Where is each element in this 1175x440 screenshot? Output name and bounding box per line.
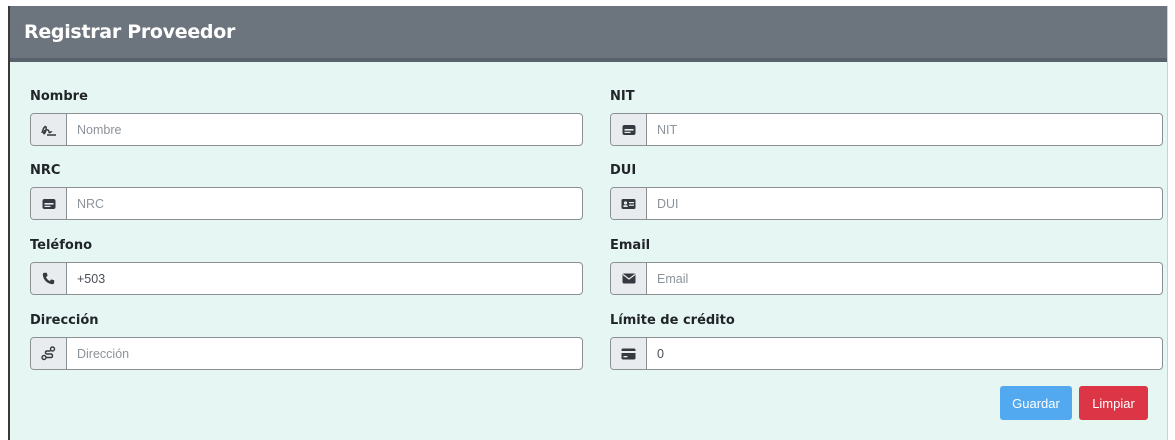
nrc-input-group — [30, 187, 583, 220]
direccion-field[interactable] — [67, 338, 582, 369]
nombre-label: Nombre — [30, 89, 88, 104]
limite-credito-field[interactable] — [647, 338, 1162, 369]
telefono-input-group — [30, 262, 583, 295]
signature-icon — [31, 114, 67, 145]
limite-label: Límite de crédito — [610, 313, 735, 328]
dui-field[interactable] — [647, 188, 1162, 219]
telefono-field[interactable] — [67, 263, 582, 294]
card-header: Registrar Proveedor — [10, 6, 1167, 62]
direccion-label: Dirección — [30, 313, 99, 328]
dui-input-group — [610, 187, 1163, 220]
email-input-group — [610, 262, 1163, 295]
email-field[interactable] — [647, 263, 1162, 294]
telefono-label: Teléfono — [30, 238, 93, 253]
nrc-label: NRC — [30, 163, 61, 178]
limite-input-group — [610, 337, 1163, 370]
email-label: Email — [610, 238, 651, 253]
dui-label: DUI — [610, 163, 637, 178]
nrc-field[interactable] — [67, 188, 582, 219]
route-icon — [31, 338, 67, 369]
id-card-icon — [31, 188, 67, 219]
save-button[interactable]: Guardar — [1000, 386, 1072, 420]
nit-field[interactable] — [647, 114, 1162, 145]
phone-icon — [31, 263, 67, 294]
register-supplier-card: Registrar Proveedor Nombre NIT NRC DUI T… — [8, 6, 1168, 440]
credit-card-icon — [611, 338, 647, 369]
address-card-icon — [611, 188, 647, 219]
nombre-field[interactable] — [67, 114, 582, 145]
id-card-icon — [611, 114, 647, 145]
page-title: Registrar Proveedor — [24, 21, 236, 43]
nit-input-group — [610, 113, 1163, 146]
nit-label: NIT — [610, 89, 635, 104]
nombre-input-group — [30, 113, 583, 146]
envelope-icon — [611, 263, 647, 294]
direccion-input-group — [30, 337, 583, 370]
clear-button[interactable]: Limpiar — [1079, 386, 1148, 420]
